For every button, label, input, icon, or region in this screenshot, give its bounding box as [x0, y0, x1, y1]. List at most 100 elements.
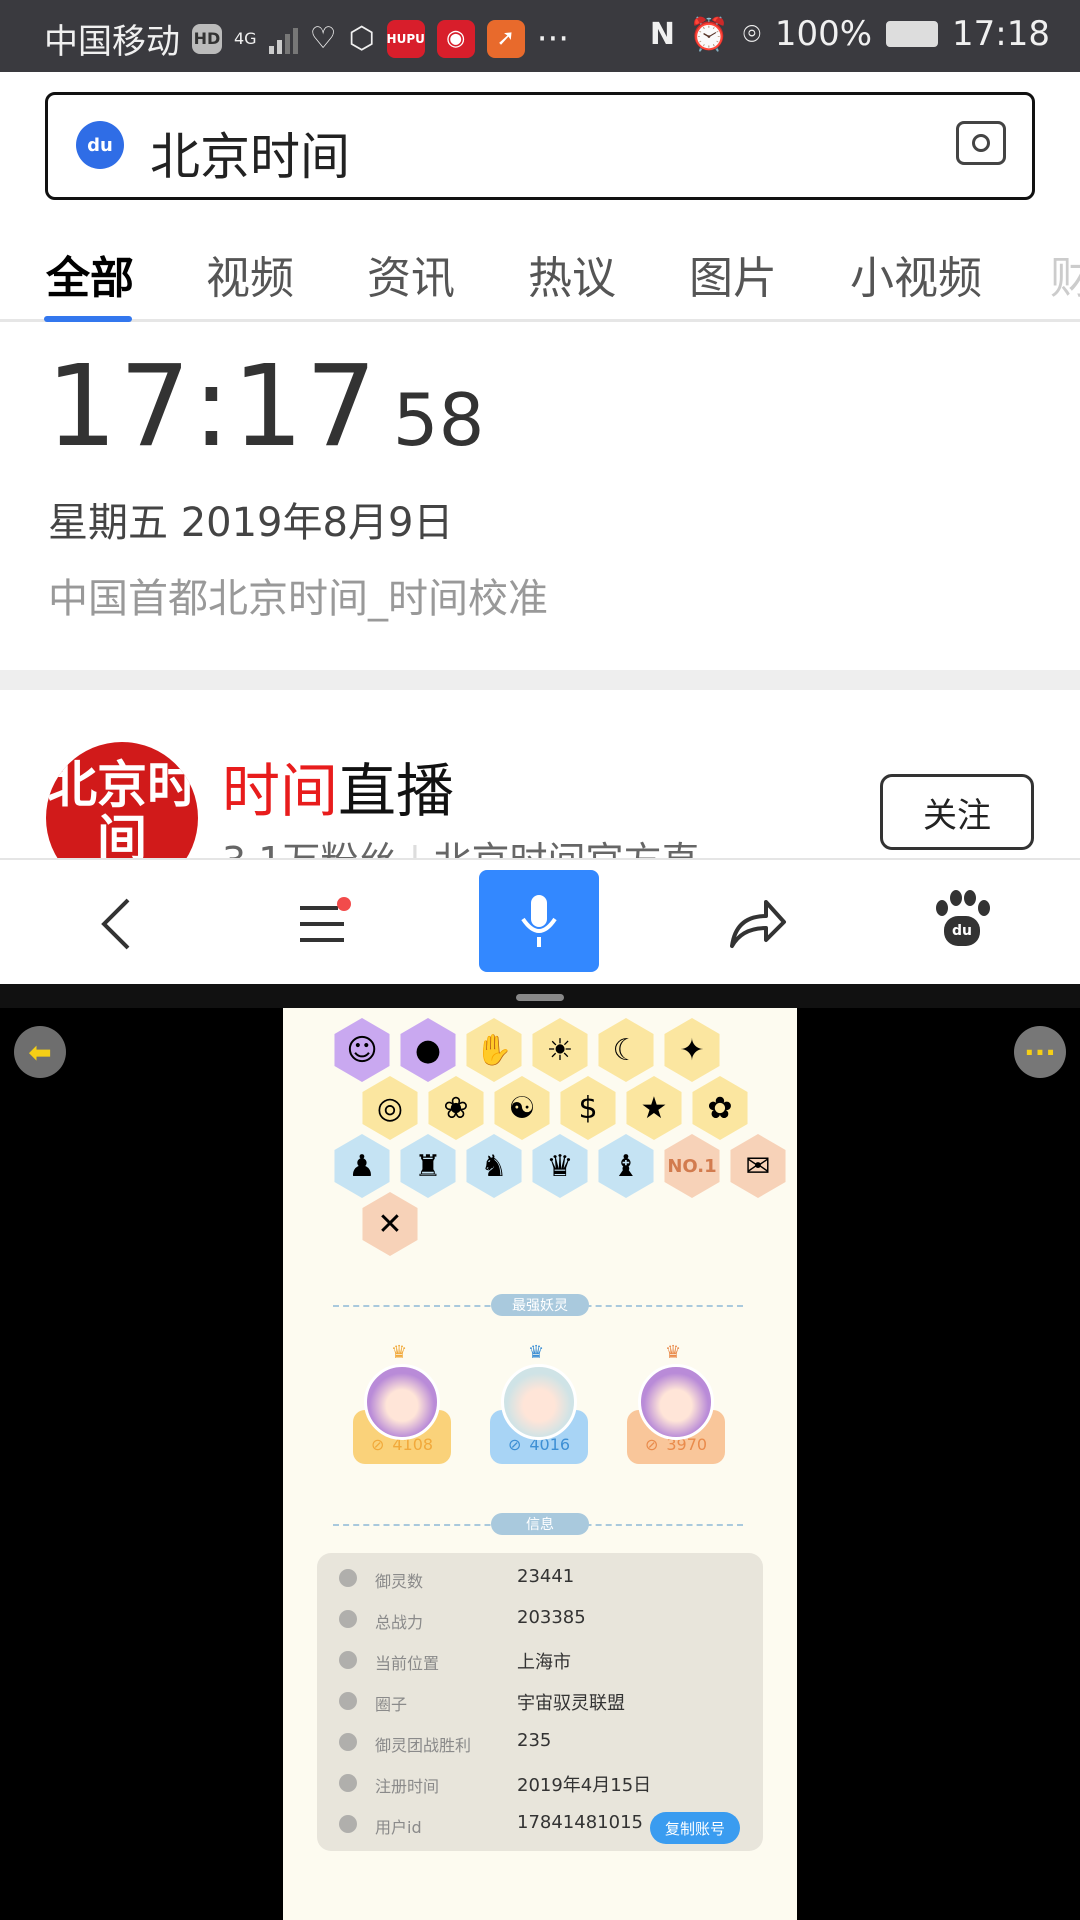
heart-icon: ♡	[309, 21, 337, 56]
badge-icon: ♝	[612, 1148, 640, 1184]
info-row-icon	[339, 1733, 357, 1751]
badge-icon: ✉	[745, 1148, 771, 1184]
badge-item[interactable]: ♝	[594, 1134, 658, 1198]
network-type: 4G	[234, 28, 257, 48]
badge-item[interactable]: ♛	[528, 1134, 592, 1198]
info-row: 总战力 203385	[317, 1600, 763, 1640]
menu-icon[interactable]	[296, 896, 356, 952]
badge-item[interactable]: ★	[622, 1076, 686, 1140]
badge-icon: ●	[414, 1032, 442, 1068]
baidu-icon[interactable]: du	[932, 890, 990, 948]
badge-icon: ♞	[480, 1148, 508, 1184]
info-row-icon	[339, 1651, 357, 1669]
info-value: 宇宙驭灵联盟	[517, 1693, 625, 1714]
badge-item[interactable]: ✉	[726, 1134, 790, 1198]
share-icon[interactable]	[726, 894, 788, 952]
badge-item[interactable]: $	[556, 1076, 620, 1140]
badge-icon: ❀	[443, 1090, 469, 1126]
info-key: 御灵团战胜利	[375, 1736, 472, 1755]
badge-item[interactable]: ◎	[358, 1076, 422, 1140]
badge-item[interactable]: ✋	[462, 1018, 526, 1082]
info-value: 上海市	[517, 1652, 571, 1673]
badge-icon: $	[578, 1090, 598, 1126]
info-key: 总战力	[375, 1613, 424, 1632]
info-value: 2019年4月15日	[517, 1775, 652, 1796]
badge-icon: ✕	[377, 1206, 403, 1242]
badge-item[interactable]: ✦	[660, 1018, 724, 1082]
badge-item[interactable]: ♟	[330, 1134, 394, 1198]
info-label: 信息	[491, 1513, 589, 1535]
camera-icon[interactable]	[956, 121, 1006, 165]
tab-short-video[interactable]: 小视频	[850, 242, 982, 306]
badge-item[interactable]: ●	[396, 1018, 460, 1082]
badge-icon: ◎	[376, 1090, 404, 1126]
battery-icon	[886, 21, 939, 47]
badge-item[interactable]: ♞	[462, 1134, 526, 1198]
date-text: 星期五 2019年8月9日	[48, 500, 454, 546]
battery-percent: 100%	[774, 14, 873, 54]
info-key: 用户id	[375, 1818, 422, 1837]
info-row: 御灵数 23441	[317, 1559, 763, 1599]
info-key: 注册时间	[375, 1777, 440, 1796]
baidu-browser-pane: du 北京时间 全部 视频 资讯 热议 图片 小视频 财 17:17 58 星期五…	[0, 72, 1080, 984]
hero-avatar[interactable]	[364, 1364, 440, 1440]
weibo-icon: ◉	[436, 19, 475, 58]
badge-item[interactable]: ♜	[396, 1134, 460, 1198]
info-key: 御灵数	[375, 1572, 424, 1591]
badge-icon: ★	[640, 1090, 668, 1126]
browser-bottom-bar: du	[0, 858, 1080, 984]
info-row-icon	[339, 1692, 357, 1710]
signal-icon	[268, 24, 298, 54]
badge-icon: ☀	[546, 1032, 574, 1068]
tab-discussion[interactable]: 热议	[528, 242, 616, 306]
info-key: 圈子	[375, 1695, 408, 1714]
tab-all[interactable]: 全部	[46, 242, 134, 306]
badge-item[interactable]: ✿	[688, 1076, 752, 1140]
badge-item[interactable]: ❀	[424, 1076, 488, 1140]
info-row: 御灵团战胜利 235	[317, 1723, 763, 1763]
back-icon[interactable]	[96, 896, 136, 952]
copy-account-button[interactable]: 复制账号	[650, 1812, 740, 1844]
mic-icon	[521, 895, 557, 947]
tab-video[interactable]: 视频	[206, 242, 294, 306]
account-title[interactable]: 时间直播	[222, 744, 454, 828]
tab-news[interactable]: 资讯	[367, 242, 455, 306]
title-rest: 直播	[338, 757, 455, 825]
game-more-button[interactable]: ···	[1014, 1026, 1066, 1078]
clock-time: 17:18	[952, 14, 1050, 54]
hero-avatar[interactable]	[638, 1364, 714, 1440]
power-icon: ⊘	[370, 1434, 385, 1454]
badge-item[interactable]: ☺	[330, 1018, 394, 1082]
badge-item[interactable]: ☀	[528, 1018, 592, 1082]
badge-icon: NO.1	[667, 1155, 717, 1177]
info-row: 当前位置 上海市	[317, 1641, 763, 1681]
badge-item[interactable]: NO.1	[660, 1134, 724, 1198]
pin-icon: ➚	[486, 19, 525, 58]
badge-icon: ♛	[546, 1148, 574, 1184]
tab-finance[interactable]: 财	[1050, 242, 1080, 306]
split-screen-handle[interactable]	[516, 994, 564, 1001]
tab-images[interactable]: 图片	[689, 242, 777, 306]
badge-item[interactable]: ✕	[358, 1192, 422, 1256]
follow-button[interactable]: 关注	[880, 774, 1034, 850]
search-tabs: 全部 视频 资讯 热议 图片 小视频 财	[0, 222, 1080, 322]
clock-hour-minute: 17:17	[46, 342, 379, 472]
search-input[interactable]: du 北京时间	[45, 92, 1035, 200]
power-icon: ⊘	[644, 1434, 659, 1454]
badge-item[interactable]: ☯	[490, 1076, 554, 1140]
badge-icon: ♜	[414, 1148, 442, 1184]
result-description[interactable]: 中国首都北京时间_时间校准	[48, 566, 548, 624]
hero-avatar[interactable]	[501, 1364, 577, 1440]
search-query[interactable]: 北京时间	[150, 117, 350, 189]
strongest-label: 最强妖灵	[491, 1294, 589, 1316]
clock-seconds: 58	[392, 378, 485, 462]
arrow-back-icon: ⬅	[28, 1035, 52, 1069]
game-back-button[interactable]: ⬅	[14, 1026, 66, 1078]
badge-icon: ✿	[707, 1090, 733, 1126]
info-key: 当前位置	[375, 1654, 440, 1673]
badge-item[interactable]: ☾	[594, 1018, 658, 1082]
location-icon: ⌾	[742, 16, 761, 52]
info-row-icon	[339, 1774, 357, 1792]
title-highlight: 时间	[222, 757, 339, 825]
voice-search-button[interactable]	[479, 870, 599, 972]
